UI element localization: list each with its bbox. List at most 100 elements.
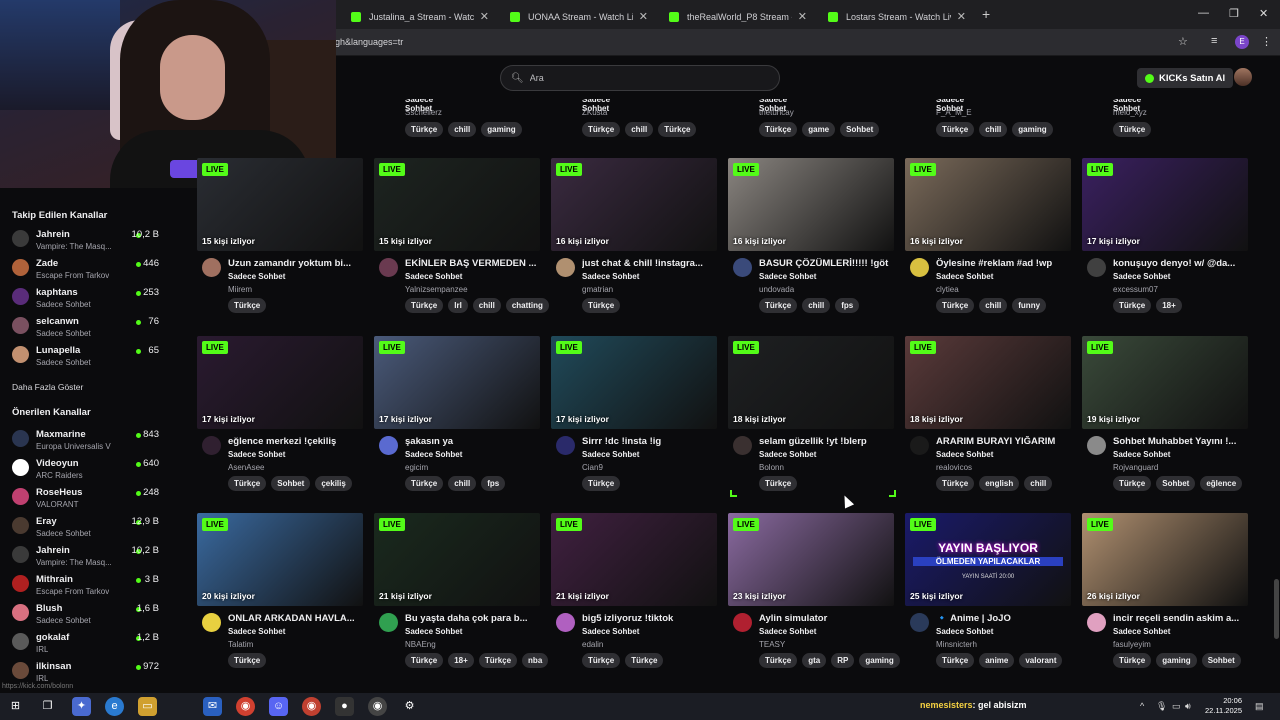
streamer-avatar[interactable] [379,436,398,455]
stream-card[interactable]: LIVE 17 kişi izliyor eğlence merkezi !çeki… [180,277,363,491]
stream-card[interactable]: LIVE 26 kişi izliyor incir reçeli sendin a… [1065,454,1248,668]
sidebar-channel-item[interactable]: Videoyun ARC Raiders 640 [12,455,172,483]
streamer-avatar[interactable] [1087,258,1106,277]
streamer-avatar[interactable] [556,613,575,632]
sidebar-channel-item[interactable]: Blush Sadece Sohbet 1,6 B [12,600,172,628]
stream-card[interactable]: LIVE 19 kişi izliyor Sohbet Muhabbet Yayın… [1065,277,1248,491]
stream-thumbnail[interactable]: LIVE 21 kişi izliyor [374,513,540,606]
stream-card[interactable]: LIVE 20 kişi izliyor ONLAR ARKADAN HAVLA..… [180,454,363,668]
sidebar-channel-item[interactable]: Eray Sadece Sohbet 12,9 B [12,513,172,541]
stream-card[interactable]: LIVE 23 kişi izliyor Aylin simulator Sadece… [711,454,900,668]
streamer-avatar[interactable] [379,258,398,277]
streamer-avatar[interactable] [733,258,752,277]
stream-title[interactable]: just chat & chill !instagra... [582,258,716,269]
stream-title[interactable]: EKİNLER BAŞ VERMEDEN ... [405,258,539,269]
page-scrollbar[interactable] [1272,99,1280,693]
stream-tag[interactable]: gaming [1156,653,1197,668]
streamer-name[interactable]: TEASY [759,640,785,649]
browser-tab[interactable]: Lostars Stream - Watch Live on Kick ✕ [820,4,974,29]
new-tab-button[interactable]: + [982,6,990,22]
stream-category[interactable]: Sadece Sohbet [759,627,816,636]
stream-title[interactable]: Sohbet Muhabbet Yayını !... [1113,436,1247,447]
mail-icon[interactable]: ✉ [203,697,222,716]
bookmark-star-icon[interactable]: ☆ [1178,35,1188,48]
stream-tag[interactable]: anime [979,653,1015,668]
stream-title[interactable]: eğlence merkezi !çekiliş [228,436,362,447]
streamer-name[interactable]: fasulyeyim [1113,640,1151,649]
stream-title[interactable]: ONLAR ARKADAN HAVLA... [228,613,362,624]
streamer-avatar[interactable] [202,258,221,277]
stream-category[interactable]: Sadece Sohbet [1113,627,1170,636]
streamer-avatar[interactable] [202,613,221,632]
stream-category[interactable]: Sadece Sohbet [936,627,993,636]
streamer-avatar[interactable] [202,436,221,455]
stream-title[interactable]: BASUR ÇÖZÜMLERİ!!!!! !göt [759,258,893,269]
obs-icon[interactable]: ● [335,697,354,716]
stream-thumbnail[interactable]: LIVE 18 kişi izliyor [905,336,1071,429]
microphone-icon[interactable]: 🎙︎ [1156,701,1167,712]
stream-tag[interactable]: Türkçe [759,653,798,668]
stream-thumbnail[interactable]: LIVE 16 kişi izliyor [728,158,894,251]
stream-thumbnail[interactable]: LIVE 17 kişi izliyor [1082,158,1248,251]
more-menu-icon[interactable]: ⋮ [1261,35,1272,48]
stream-card[interactable]: LIVE 15 kişi izliyor Uzun zamandır yoktum … [180,99,363,313]
copilot-icon[interactable]: ✦ [72,697,91,716]
streamer-avatar[interactable] [910,258,929,277]
stream-card[interactable]: LIVE 16 kişi izliyor BASUR ÇÖZÜMLERİ!!!!! … [711,99,894,313]
browser-tab[interactable]: UONAA Stream - Watch Live on Kick ✕ [502,4,656,29]
stream-card[interactable]: LIVE 17 kişi izliyor konuşuyo denyo! w/ @d… [1065,99,1248,313]
steam-icon[interactable]: ⚙ [400,697,419,716]
streamer-avatar[interactable] [910,436,929,455]
stream-category[interactable]: Sadece Sohbet [228,627,285,636]
stream-card[interactable]: LIVE 18 kişi izliyor ARARIM BURAYI YIĞARIM… [888,277,1071,491]
tray-chevron-icon[interactable]: ^ [1140,701,1144,711]
stream-tag[interactable]: RP [831,653,855,668]
close-tab-icon[interactable]: ✕ [639,10,648,23]
stream-tag[interactable]: Türkçe [582,653,621,668]
streamer-name[interactable]: edalin [582,640,603,649]
streamer-avatar[interactable] [733,436,752,455]
stream-thumbnail[interactable]: LIVE 21 kişi izliyor [551,513,717,606]
stream-category[interactable]: Sadece Sohbet [405,627,462,636]
task-view-icon[interactable]: ❐ [38,697,57,716]
minimize-icon[interactable]: — [1198,7,1209,19]
sidebar-channel-item[interactable]: Jahrein Vampire: The Masq... 10,2 B [12,542,172,570]
search-input[interactable] [529,73,770,83]
stream-card[interactable]: LIVE 16 kişi izliyor Öylesine #reklam #ad … [888,99,1071,313]
stream-tag[interactable]: Sohbet [1201,653,1241,668]
sidebar-channel-item[interactable]: RoseHeus VALORANT 248 [12,484,172,512]
sidebar-channel-item[interactable]: kaphtans Sadece Sohbet 253 [12,284,172,312]
stream-tag[interactable]: gta [802,653,827,668]
stream-thumbnail[interactable]: LIVE 23 kişi izliyor [728,513,894,606]
stream-title[interactable]: big5 izliyoruz !tiktok [582,613,716,624]
stream-tag[interactable]: Türkçe [625,653,664,668]
volume-icon[interactable]: 🔊︎ [1185,701,1191,712]
network-icon[interactable]: ▭ [1172,701,1181,712]
stream-thumbnail[interactable]: LIVE 25 kişi izliyor YAYIN BAŞLIYOR ÖLMEDEN… [905,513,1071,606]
stream-card[interactable]: LIVE 17 kişi izliyor Sirrr !dc !insta !ig S… [534,277,717,491]
file-explorer-icon[interactable]: ▭ [138,697,157,716]
sidebar-channel-item[interactable]: ilkinsan IRL 972 [12,658,172,686]
stream-thumbnail[interactable]: LIVE 19 kişi izliyor [1082,336,1248,429]
stream-tag[interactable]: Türkçe [1113,653,1152,668]
stream-card[interactable]: LIVE 15 kişi izliyor EKİNLER BAŞ VERMEDEN … [357,99,549,313]
stream-title[interactable]: Öylesine #reklam #ad !wp [936,258,1070,269]
stream-title[interactable]: incir reçeli sendin askim a... [1113,613,1247,624]
chrome-icon[interactable]: ◉ [236,697,255,716]
stream-title[interactable]: şakasın ya [405,436,539,447]
stream-thumbnail[interactable]: LIVE 17 kişi izliyor [374,336,540,429]
stream-card[interactable]: LIVE 21 kişi izliyor Bu yaşta daha çok par… [357,454,549,668]
browser-profile-avatar[interactable]: E [1235,35,1249,49]
stream-thumbnail[interactable]: LIVE 16 kişi izliyor [551,158,717,251]
stream-thumbnail[interactable]: LIVE 18 kişi izliyor [728,336,894,429]
media-controls-icon[interactable]: ≡ [1211,35,1217,47]
search-box[interactable]: 🔍︎ [500,65,780,91]
windows-start-icon[interactable]: ⊞ [6,697,25,716]
discord-icon[interactable]: ☺ [269,697,288,716]
edge-icon[interactable]: e [105,697,124,716]
restore-icon[interactable]: ❐ [1229,7,1239,20]
stream-title[interactable]: Aylin simulator [759,613,893,624]
stream-tag[interactable]: Türkçe [936,653,975,668]
url-field[interactable]: gh&languages=tr [335,37,403,47]
stream-card[interactable]: LIVE 25 kişi izliyor YAYIN BAŞLIYOR ÖLMEDEN… [888,454,1071,668]
